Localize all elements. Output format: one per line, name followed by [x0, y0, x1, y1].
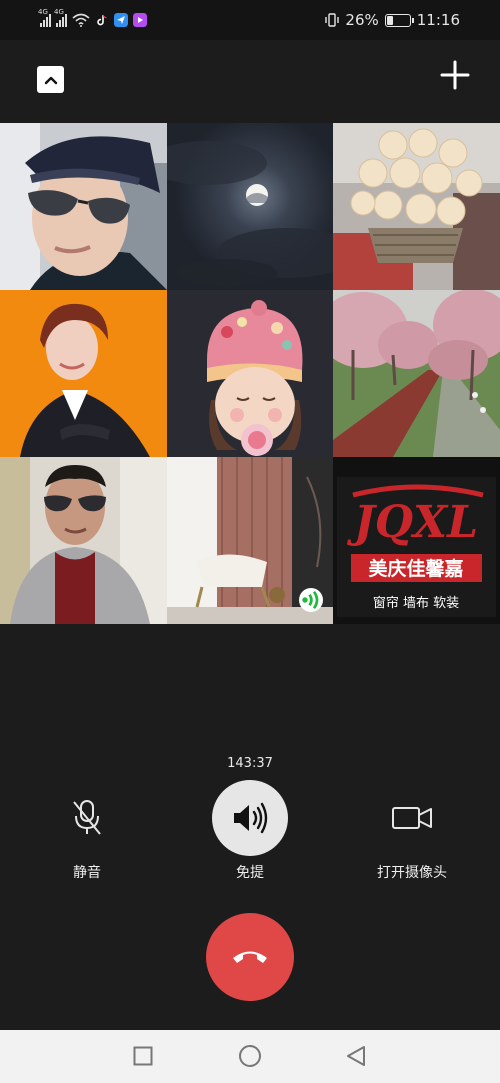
back-button[interactable]: [344, 1044, 368, 1068]
camera-circle: [374, 780, 450, 856]
microphone-off-icon: [73, 800, 101, 835]
participant-tile-6[interactable]: [333, 290, 500, 457]
cellular-signal-icon-2: 4G: [54, 8, 67, 27]
collapse-button[interactable]: [37, 66, 64, 93]
participant-video-8: JQXL 美庆佳馨嘉 窗帘 墙布 软装: [333, 457, 500, 624]
camera-button[interactable]: 打开摄像头: [347, 780, 477, 882]
video-camera-icon: [392, 807, 432, 829]
participant-grid: JQXL 美庆佳馨嘉 窗帘 墙布 软装: [0, 123, 500, 624]
speaker-label: 免提: [236, 865, 264, 881]
participant-tile-3[interactable]: [333, 123, 500, 290]
status-bar: 4G 4G 26% 11:16: [0, 0, 500, 40]
participant-tile-2[interactable]: [167, 123, 333, 290]
mute-label: 静音: [73, 865, 101, 881]
hangup-button[interactable]: [206, 913, 294, 1001]
vibrate-icon: [325, 13, 340, 27]
speaker-circle: [212, 780, 288, 856]
participant-tile-1[interactable]: [0, 123, 167, 290]
logo-cn-text: 美庆佳馨嘉: [368, 557, 463, 580]
participant-video-3: [333, 123, 500, 290]
logo-sub-text: 窗帘 墙布 软装: [373, 595, 459, 611]
participant-tile-4[interactable]: [0, 290, 167, 457]
triangle-back-icon: [347, 1046, 365, 1066]
mute-button[interactable]: 静音: [22, 780, 152, 882]
system-nav-bar: [0, 1030, 500, 1083]
speaking-indicator: [299, 588, 323, 612]
camera-label: 打开摄像头: [377, 865, 447, 881]
wifi-icon: [72, 13, 90, 27]
clock: 11:16: [416, 11, 460, 29]
battery-level: [386, 15, 393, 25]
recents-button[interactable]: [131, 1044, 155, 1068]
status-right: 26% 11:16: [325, 10, 460, 30]
logo-main-text: JQXL: [347, 497, 478, 548]
speaker-icon: [234, 802, 268, 834]
participant-video-7: [0, 457, 167, 624]
battery-icon: [384, 13, 414, 27]
speaker-button[interactable]: 免提: [185, 780, 315, 882]
participant-tile-7[interactable]: [0, 457, 167, 624]
battery-percent: 26%: [345, 11, 379, 29]
messaging-app-icon: [114, 13, 128, 27]
cellular-signal-icon: 4G: [38, 8, 51, 27]
video-app-icon: [133, 13, 147, 27]
status-left: 4G 4G: [38, 8, 147, 30]
chevron-up-icon: [44, 76, 57, 84]
participant-tile-5[interactable]: [167, 290, 333, 457]
circle-icon: [239, 1045, 261, 1067]
participant-tile-8[interactable]: JQXL 美庆佳馨嘉 窗帘 墙布 软装: [333, 457, 500, 624]
mute-circle: [49, 780, 125, 856]
home-button[interactable]: [238, 1044, 262, 1068]
square-icon: [133, 1046, 153, 1066]
network-type-label: 4G: [38, 8, 48, 16]
add-participant-button[interactable]: [440, 60, 470, 90]
participant-video-4: [0, 290, 167, 457]
participant-video-1: [0, 123, 167, 290]
participant-video-2: [167, 123, 333, 290]
network-type-label-2: 4G: [54, 8, 64, 16]
participant-tile-8-room[interactable]: [167, 457, 333, 624]
plus-icon: [440, 60, 470, 90]
audio-wave-icon: [302, 590, 319, 610]
tiktok-app-icon: [95, 13, 109, 27]
participant-video-5: [167, 290, 333, 457]
participant-video-6: [333, 290, 500, 457]
phone-hangup-icon: [233, 951, 267, 963]
call-duration: 143:37: [227, 756, 273, 771]
